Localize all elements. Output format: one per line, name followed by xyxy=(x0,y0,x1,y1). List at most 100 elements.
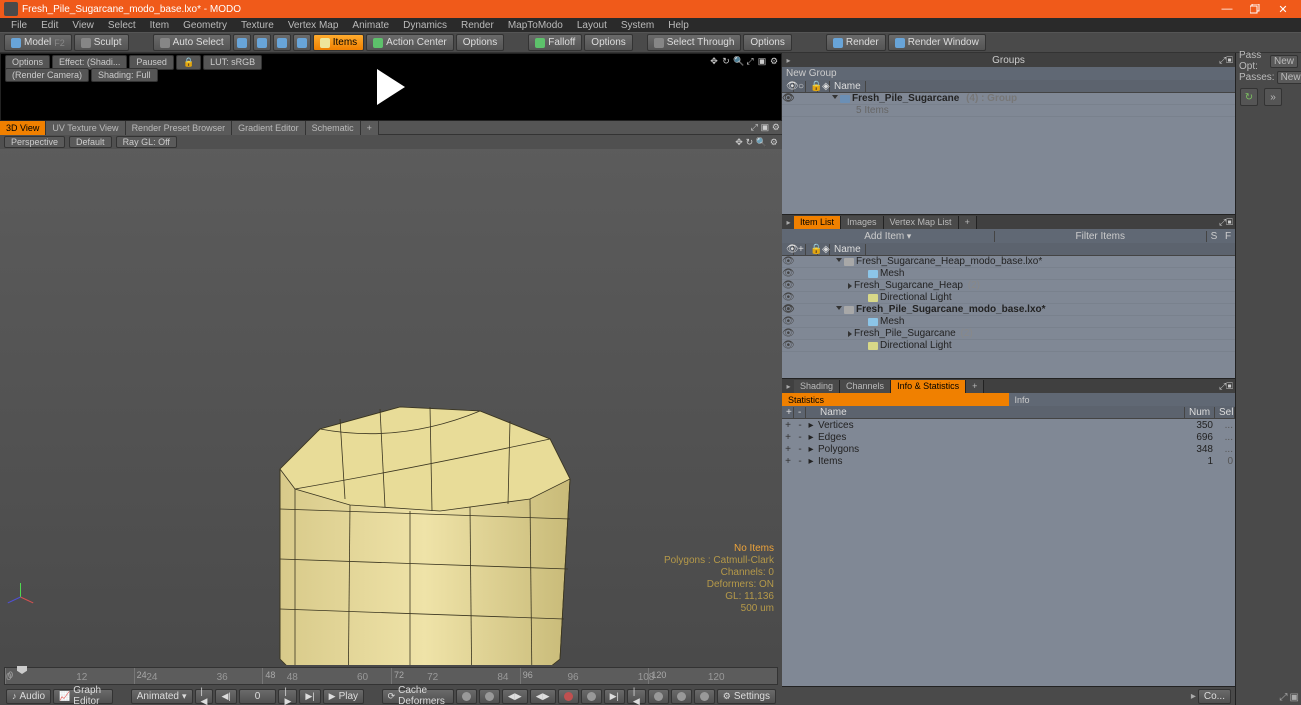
groups-newgroup[interactable]: New Group xyxy=(782,67,1235,80)
key-icon-3[interactable]: ◀▶ xyxy=(502,689,528,704)
timeline-track[interactable]: 0 24 48 72 96 120 0122436486072849610812… xyxy=(4,667,778,685)
goto-start[interactable]: |◀ xyxy=(195,689,214,704)
mode-icon-4[interactable] xyxy=(293,34,311,51)
item-row[interactable]: 👁 Fresh_Sugarcane_Heap_modo_base.lxo* xyxy=(782,256,1235,268)
menu-edit[interactable]: Edit xyxy=(34,20,65,31)
vptabs-expand-icon[interactable]: ⤢ xyxy=(751,122,758,132)
render-preview[interactable]: Options Effect: (Shadi... Paused 🔒 LUT: … xyxy=(0,53,782,121)
vptabs-max-icon[interactable]: ▣ xyxy=(761,122,770,132)
tag-col-icon[interactable]: ◈ xyxy=(818,81,830,92)
menu-dynamics[interactable]: Dynamics xyxy=(396,20,454,31)
items-button[interactable]: Items xyxy=(313,34,364,51)
footer-co-button[interactable]: Co... xyxy=(1198,689,1231,704)
tab-add3[interactable]: + xyxy=(966,380,984,393)
maximize-button[interactable] xyxy=(1241,1,1269,17)
cache-button[interactable]: ⟳ Cache Deformers xyxy=(382,689,454,704)
menu-render[interactable]: Render xyxy=(454,20,501,31)
itemlist-max-icon[interactable]: ▣ xyxy=(1226,217,1233,227)
autoselect-button[interactable]: Auto Select xyxy=(153,34,231,51)
slim-expand-icon[interactable]: ⤢ xyxy=(1280,692,1288,703)
item-row[interactable]: 👁 Mesh xyxy=(782,316,1235,328)
item-row[interactable]: 👁 Directional Light xyxy=(782,340,1235,352)
rp-lock[interactable]: 🔒 xyxy=(176,55,201,70)
key-icon-8[interactable]: |◀ xyxy=(627,689,646,704)
renderwindow-button[interactable]: Render Window xyxy=(888,34,986,51)
item-row[interactable]: 👁 Fresh_Sugarcane_Heap (2) xyxy=(782,280,1235,292)
menu-geometry[interactable]: Geometry xyxy=(176,20,234,31)
passopt-new[interactable]: New xyxy=(1270,55,1298,68)
falloff-button[interactable]: Falloff xyxy=(528,34,582,51)
key-icon-4[interactable]: ◀▶ xyxy=(530,689,556,704)
vp-raygl[interactable]: Ray GL: Off xyxy=(116,136,177,148)
rp-max-icon[interactable]: ▣ xyxy=(757,56,767,66)
options1-button[interactable]: Options xyxy=(456,34,504,51)
vp-move-icon[interactable]: ✥ xyxy=(735,137,743,147)
itemlist-toggle-icon[interactable]: ▸ xyxy=(784,218,793,227)
tab-add2[interactable]: + xyxy=(959,216,977,229)
key-icon-9[interactable] xyxy=(648,689,669,704)
mode-icon-3[interactable] xyxy=(273,34,291,51)
stats-tab-info[interactable]: Info xyxy=(1009,393,1236,406)
play-icon[interactable] xyxy=(377,69,405,105)
menu-vertexmap[interactable]: Vertex Map xyxy=(281,20,346,31)
key-icon-2[interactable] xyxy=(479,689,500,704)
goto-end[interactable]: ▶| xyxy=(299,689,320,704)
settings-button[interactable]: ⚙ Settings xyxy=(717,689,776,704)
key-icon-11[interactable] xyxy=(694,689,715,704)
vp-refresh-icon[interactable]: ↻ xyxy=(746,137,754,147)
mesh-object[interactable] xyxy=(250,379,590,665)
key-icon-7[interactable]: ▶| xyxy=(604,689,625,704)
group-row[interactable]: 👁 Fresh_Pile_Sugarcane (4) : Group xyxy=(782,93,1235,105)
tab-shading[interactable]: Shading xyxy=(794,380,840,393)
refresh-icon[interactable]: ↻ xyxy=(1240,88,1258,106)
key-icon-5[interactable] xyxy=(558,689,579,704)
rp-move-icon[interactable]: ✥ xyxy=(709,56,719,66)
rp-refresh-icon[interactable]: ↻ xyxy=(721,56,731,66)
animated-dropdown[interactable]: Animated ▾ xyxy=(131,689,193,704)
model-button[interactable]: ModelF2 xyxy=(4,34,72,51)
vp-default[interactable]: Default xyxy=(69,136,112,148)
tab-channels[interactable]: Channels xyxy=(840,380,891,393)
stat-row[interactable]: +-▸Vertices350... xyxy=(782,419,1235,431)
stats-tab-statistics[interactable]: Statistics xyxy=(782,393,1009,406)
rp-expand-icon[interactable]: ⤢ xyxy=(745,56,755,66)
rp-gear-icon[interactable]: ⚙ xyxy=(769,56,779,66)
menu-item[interactable]: Item xyxy=(143,20,176,31)
viewport[interactable]: Perspective Default Ray GL: Off ✥ ↻ 🔍 ⚙ xyxy=(0,135,782,665)
menu-system[interactable]: System xyxy=(614,20,661,31)
passes-new[interactable]: New xyxy=(1277,71,1301,84)
step-back[interactable]: ◀| xyxy=(215,689,236,704)
forward-icon[interactable]: » xyxy=(1264,88,1282,106)
item-row[interactable]: 👁 Fresh_Pile_Sugarcane (2) xyxy=(782,328,1235,340)
tab-infostats[interactable]: Info & Statistics xyxy=(891,380,966,393)
play-button[interactable]: ▶ Play xyxy=(323,689,364,704)
selectthrough-button[interactable]: Select Through xyxy=(647,34,742,51)
stat-row[interactable]: +-▸Edges696... xyxy=(782,431,1235,443)
tab-schematic[interactable]: Schematic xyxy=(306,121,361,135)
filter-items-button[interactable]: Filter Items xyxy=(995,231,1208,242)
item-row[interactable]: 👁 Fresh_Pile_Sugarcane_modo_base.lxo* xyxy=(782,304,1235,316)
tab-add[interactable]: + xyxy=(361,121,379,135)
actioncenter-button[interactable]: Action Center xyxy=(366,34,454,51)
tab-renderpreset[interactable]: Render Preset Browser xyxy=(126,121,233,135)
rp-shading[interactable]: Shading: Full xyxy=(91,68,158,82)
stats-max-icon[interactable]: ▣ xyxy=(1226,381,1233,391)
tab-gradient[interactable]: Gradient Editor xyxy=(232,121,306,135)
menu-texture[interactable]: Texture xyxy=(234,20,281,31)
tab-uvtexture[interactable]: UV Texture View xyxy=(46,121,125,135)
lock-col-icon[interactable]: 🔒 xyxy=(806,81,818,92)
stats-toggle-icon[interactable]: ▸ xyxy=(784,382,793,391)
rp-zoom-icon[interactable]: 🔍 xyxy=(733,56,743,66)
render-button[interactable]: Render xyxy=(826,34,886,51)
vp-perspective[interactable]: Perspective xyxy=(4,136,65,148)
search-icon[interactable]: S xyxy=(1207,231,1221,242)
step-fwd[interactable]: |▶ xyxy=(278,689,297,704)
tab-3dview[interactable]: 3D View xyxy=(0,121,46,135)
vp-zoom-icon[interactable]: 🔍 xyxy=(756,137,767,147)
stat-row[interactable]: +-▸Items10 xyxy=(782,455,1235,467)
footer-toggle-icon[interactable]: ▸ xyxy=(1191,691,1196,702)
item-row[interactable]: 👁 Mesh xyxy=(782,268,1235,280)
close-button[interactable]: ✕ xyxy=(1269,1,1297,17)
stat-row[interactable]: +-▸Polygons348... xyxy=(782,443,1235,455)
add-item-button[interactable]: Add Item ▾ xyxy=(782,231,995,242)
